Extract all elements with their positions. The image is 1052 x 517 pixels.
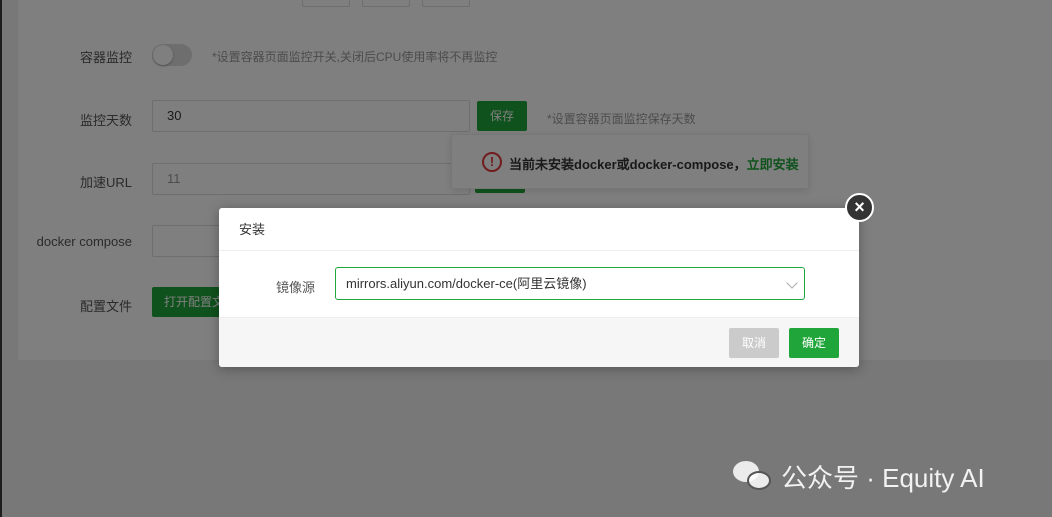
wechat-icon — [733, 459, 773, 493]
mirror-source-value: mirrors.aliyun.com/docker-ce(阿里云镜像) — [346, 276, 587, 291]
dialog-body: 镜像源 mirrors.aliyun.com/docker-ce(阿里云镜像) — [219, 251, 859, 317]
mirror-source-select[interactable]: mirrors.aliyun.com/docker-ce(阿里云镜像) — [335, 267, 805, 300]
close-icon[interactable]: × — [845, 193, 874, 222]
mirror-source-label: 镜像源 — [275, 280, 315, 295]
chevron-down-icon — [786, 277, 798, 289]
cancel-button[interactable]: 取消 — [729, 328, 779, 358]
watermark-text: 公众号 · Equity AI — [781, 462, 985, 493]
watermark: 公众号 · Equity AI — [733, 456, 985, 496]
dialog-footer: 取消 确定 — [219, 317, 859, 367]
install-dialog: 安装 镜像源 mirrors.aliyun.com/docker-ce(阿里云镜… — [219, 208, 859, 367]
dialog-title: 安装 — [219, 208, 859, 251]
confirm-button[interactable]: 确定 — [789, 328, 839, 358]
